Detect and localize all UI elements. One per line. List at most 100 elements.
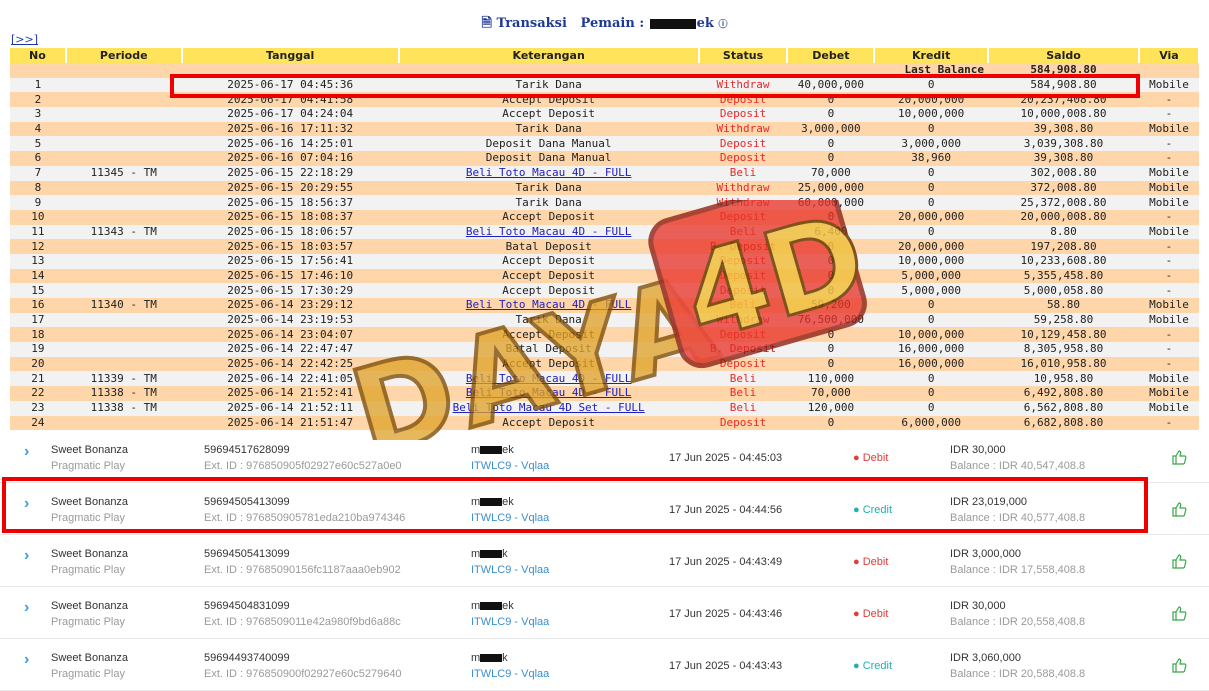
cell-no: 22 bbox=[10, 386, 66, 401]
game-name: Sweet Bonanza bbox=[51, 600, 129, 612]
type-badge: ● Debit bbox=[853, 452, 889, 464]
cell-no: 13 bbox=[10, 253, 66, 269]
cell-saldo: 39,308.80 bbox=[988, 121, 1139, 137]
cell-via: - bbox=[1138, 356, 1199, 372]
thumbs-up-icon[interactable] bbox=[1171, 605, 1187, 621]
cell-no: 3 bbox=[10, 107, 66, 122]
cell-tanggal: 2025-06-16 07:04:16 bbox=[181, 151, 399, 166]
cell-debet: 0 bbox=[787, 209, 875, 225]
redacted-name bbox=[480, 602, 503, 611]
thumbs-up-icon[interactable] bbox=[1171, 501, 1187, 517]
cell-via: - bbox=[1138, 253, 1199, 269]
table-row: 15 2025-06-15 17:30:29 Accept Deposit Depos… bbox=[10, 283, 1199, 298]
table-row: 6 2025-06-16 07:04:16 Deposit Dana Manual D… bbox=[10, 151, 1199, 166]
game-name: Sweet Bonanza bbox=[51, 548, 129, 560]
cell-kredit: 20,000,000 bbox=[874, 239, 989, 254]
thumbs-up-icon[interactable] bbox=[1171, 657, 1187, 673]
cell-kredit: 0 bbox=[874, 386, 989, 401]
expand-link[interactable]: [>>] bbox=[11, 33, 38, 46]
chevron-right-icon[interactable]: › bbox=[24, 652, 38, 668]
cell-saldo: 10,958.80 bbox=[988, 371, 1139, 387]
cell-status: Deposit bbox=[698, 268, 788, 284]
cell-kredit: 0 bbox=[874, 165, 989, 181]
table-row: 10 2025-06-15 18:08:37 Accept Deposit Depos… bbox=[10, 209, 1199, 225]
cell-keterangan: Accept Deposit bbox=[398, 268, 699, 284]
bet-detail-link[interactable]: Beli Toto Macau 4D Set - FULL bbox=[453, 401, 645, 414]
table-row: 23 11338 - TM 2025-06-14 21:52:11 Beli Toto… bbox=[10, 400, 1199, 416]
thumbs-up-icon[interactable] bbox=[1171, 553, 1187, 569]
cell-no: 4 bbox=[10, 121, 66, 137]
info-icon[interactable]: ⓘ bbox=[718, 20, 727, 30]
cell-periode bbox=[65, 151, 182, 166]
amount: IDR 30,000 bbox=[950, 600, 1006, 612]
cell-no: 11 bbox=[10, 224, 66, 240]
bet-detail-link[interactable]: Beli Toto Macau 4D - FULL bbox=[466, 372, 632, 385]
cell-debet: 0 bbox=[787, 356, 875, 372]
cell-debet: 0 bbox=[787, 268, 875, 284]
agent-link[interactable]: ITWLC9 - Vqlaa bbox=[471, 616, 549, 628]
cell-periode bbox=[65, 195, 182, 210]
user-prefix: m bbox=[471, 548, 481, 560]
provider-name: Pragmatic Play bbox=[51, 616, 125, 628]
cell-kredit: 20,000,000 bbox=[874, 209, 989, 225]
username: mk bbox=[471, 548, 508, 560]
cell-no: 12 bbox=[10, 239, 66, 254]
cell-kredit: 3,000,000 bbox=[874, 136, 989, 152]
chevron-right-icon[interactable]: › bbox=[24, 600, 38, 616]
type-badge: ● Debit bbox=[853, 608, 889, 620]
cell-tanggal: 2025-06-17 04:24:04 bbox=[181, 107, 399, 122]
cell-status: B. Deposit bbox=[698, 342, 788, 357]
external-id: Ext. ID : 976850900f02927e60c5279640 bbox=[204, 668, 402, 680]
chevron-right-icon[interactable]: › bbox=[24, 444, 38, 460]
type-label: Credit bbox=[862, 660, 893, 672]
agent-link[interactable]: ITWLC9 - Vqlaa bbox=[471, 460, 549, 472]
list-item: › Sweet Bonanza Pragmatic Play 596944937400… bbox=[0, 639, 1209, 691]
cell-status: Withdraw bbox=[698, 121, 788, 137]
type-label: Debit bbox=[862, 452, 889, 464]
cell-debet: 0 bbox=[787, 327, 875, 343]
pemain-label: Pemain : bbox=[580, 16, 645, 31]
cell-keterangan: Beli Toto Macau 4D - FULL bbox=[398, 371, 699, 387]
cell-debet: 59,200 bbox=[787, 298, 875, 313]
agent-link[interactable]: ITWLC9 - Vqlaa bbox=[471, 564, 549, 576]
cell-saldo: 6,492,808.80 bbox=[988, 386, 1139, 401]
cell-periode bbox=[65, 253, 182, 269]
col-periode: Periode bbox=[65, 48, 183, 63]
bet-detail-link[interactable]: Beli Toto Macau 4D - FULL bbox=[466, 225, 632, 238]
table-row: 13 2025-06-15 17:56:41 Accept Deposit Depos… bbox=[10, 253, 1199, 269]
cell-via: - bbox=[1138, 268, 1199, 284]
cell-via: Mobile bbox=[1138, 386, 1199, 401]
cell-no: 19 bbox=[10, 342, 66, 357]
cell-periode bbox=[65, 136, 182, 152]
cell-tanggal: 2025-06-14 22:41:05 bbox=[181, 371, 399, 387]
chevron-right-icon[interactable]: › bbox=[24, 548, 38, 564]
timestamp: 17 Jun 2025 - 04:43:43 bbox=[669, 660, 783, 672]
cell-periode bbox=[65, 239, 182, 254]
cell-periode bbox=[65, 283, 182, 298]
bet-detail-link[interactable]: Beli Toto Macau 4D - FULL bbox=[466, 166, 632, 179]
cell-kredit: 10,000,000 bbox=[874, 327, 989, 343]
table-row: 11 11343 - TM 2025-06-15 18:06:57 Beli Toto… bbox=[10, 224, 1199, 240]
external-id: Ext. ID : 97685090156fc1187aaa0eb902 bbox=[204, 564, 401, 576]
table-row: 3 2025-06-17 04:24:04 Accept Deposit Deposi… bbox=[10, 107, 1199, 122]
agent-link[interactable]: ITWLC9 - Vqlaa bbox=[471, 668, 549, 680]
cell-keterangan: Beli Toto Macau 4D - FULL bbox=[398, 224, 699, 240]
col-saldo: Saldo bbox=[988, 48, 1140, 63]
cell-tanggal: 2025-06-14 23:19:53 bbox=[181, 312, 399, 328]
cell-tanggal: 2025-06-16 17:11:32 bbox=[181, 121, 399, 137]
cell-status: Deposit bbox=[698, 151, 788, 166]
cell-periode bbox=[65, 92, 182, 108]
thumbs-up-icon[interactable] bbox=[1171, 449, 1187, 465]
cell-status: Deposit bbox=[698, 415, 788, 431]
bet-detail-link[interactable]: Beli Toto Macau 4D - FULL bbox=[466, 298, 632, 311]
document-icon: 🗎 bbox=[481, 16, 492, 31]
cell-status: Withdraw bbox=[698, 195, 788, 210]
cell-saldo: 25,372,008.80 bbox=[988, 195, 1139, 210]
type-label: Debit bbox=[862, 608, 889, 620]
cell-via: Mobile bbox=[1138, 298, 1199, 313]
cell-via: - bbox=[1138, 136, 1199, 152]
cell-tanggal: 2025-06-15 17:30:29 bbox=[181, 283, 399, 298]
bet-detail-link[interactable]: Beli Toto Macau 4D - FULL bbox=[466, 386, 632, 399]
cell-status: Beli bbox=[698, 400, 788, 416]
cell-status: Beli bbox=[698, 298, 788, 313]
